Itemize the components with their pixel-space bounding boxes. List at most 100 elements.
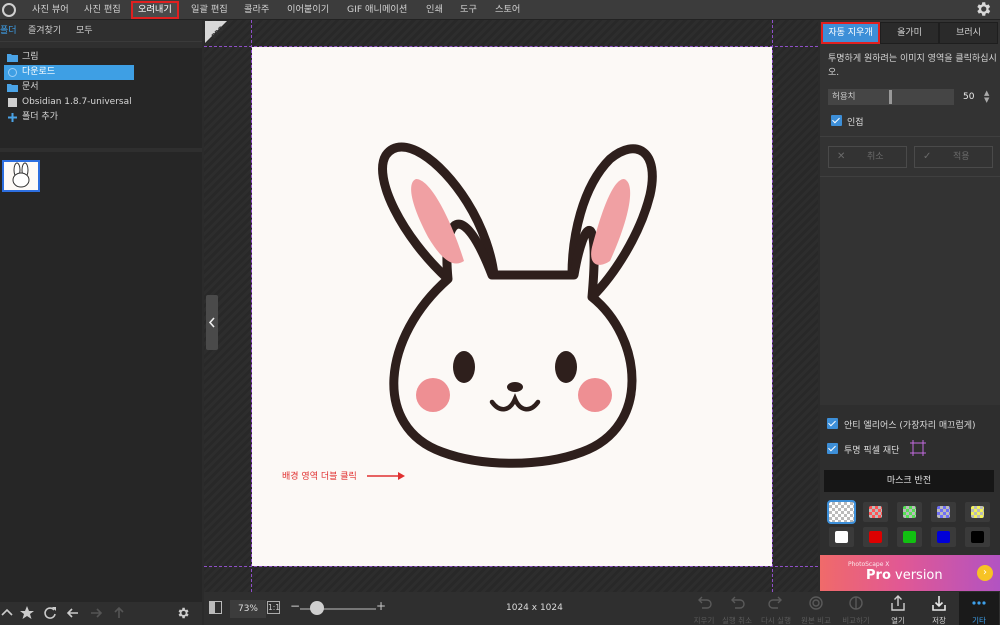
refresh-icon[interactable] [43,606,57,620]
pro-version-banner[interactable]: PhotoScape X Pro version › [820,555,1000,591]
save-button[interactable]: 저장 [919,592,959,625]
swatch-checker-red[interactable] [863,502,888,522]
menu-combine[interactable]: 이어붙이기 [287,0,329,20]
compare-button[interactable]: 비교하기 [836,592,876,625]
redo-button[interactable]: 다시 실행 [756,592,796,625]
adjacent-checkbox[interactable] [831,115,842,126]
open-label: 열기 [891,616,905,625]
tolerance-value[interactable]: 50 [963,89,974,105]
close-icon: ✕ [837,151,846,162]
zoom-slider-thumb[interactable] [310,601,324,615]
invert-mask-button[interactable]: 마스크 반전 [824,470,994,492]
menu-batch[interactable]: 일괄 편집 [191,0,228,20]
zoom-in-button[interactable]: + [376,599,386,613]
back-arrow-icon[interactable] [66,606,80,620]
antialias-checkbox[interactable] [827,418,838,429]
swatch-fill [869,531,882,543]
check-icon: ✓ [923,151,932,162]
tolerance-handle[interactable] [889,90,892,104]
cancel-button[interactable]: ✕ 취소 [828,146,907,168]
menu-print[interactable]: 인쇄 [426,0,443,20]
antialias-label: 안티 엘리어스 (가장자리 매끄럽게) [844,421,976,431]
tree-item-label: 폴더 추가 [22,112,58,122]
gear-icon[interactable] [974,0,992,18]
chevron-left-icon [208,317,215,328]
menu-gif-animation[interactable]: GIF 애니메이션 [347,0,407,20]
rabbit-illustration [378,142,657,468]
zoom-out-button[interactable]: − [290,599,300,613]
swatch-fill [971,531,984,543]
more-dots-icon [972,601,986,605]
swatch-fill [937,506,950,518]
chevron-right-icon[interactable]: › [977,565,993,581]
left-panel: 폴더 즐겨찾기 모두 그림 다운로드 문서 Obsidian 1.8.7-uni… [0,20,202,625]
panel-toggle-icon[interactable] [209,601,222,614]
zoom-input[interactable]: 73% [230,600,266,618]
rabbit-thumbnail-icon [12,162,30,188]
instruction-text: 투명하게 원하려는 이미지 영역을 클릭하십시오. [828,54,997,78]
pro-badge: PRO [205,21,227,43]
compare-label: 비교하기 [842,616,870,625]
menu-cut-out[interactable]: 오려내기 [131,1,179,19]
thumbnail-area [0,152,202,602]
download-icon [8,68,17,77]
menu-photo-editor[interactable]: 사진 편집 [84,0,121,20]
compare-alt-icon [849,596,863,610]
swatch-checker-gray[interactable] [827,500,856,524]
tree-item-obsidian[interactable]: Obsidian 1.8.7-universal [0,95,202,110]
swatch-fill [937,531,950,543]
apply-button[interactable]: ✓ 적용 [914,146,993,168]
annotation-label: 배경 영역 더블 클릭 [282,472,357,482]
swatch-checker-yellow[interactable] [965,502,990,522]
plus-icon [8,113,17,122]
collapse-panel-handle[interactable] [206,295,218,350]
annotation-arrow-icon [367,472,405,480]
tolerance-slider[interactable]: 허용치 50 ▲ ▼ [828,89,996,105]
menu-tools[interactable]: 도구 [460,0,477,20]
swatch-blue[interactable] [931,527,956,547]
swatch-fill [903,506,916,518]
chevron-up-icon[interactable] [0,606,14,620]
app-logo-icon[interactable] [2,3,16,17]
swatch-green[interactable] [897,527,922,547]
menu-photo-viewer[interactable]: 사진 뷰어 [32,0,69,20]
swatch-checker-blue[interactable] [931,502,956,522]
tree-item-documents[interactable]: 문서 [0,80,202,95]
tab-all[interactable]: 모두 [76,20,93,42]
redo-icon [768,596,782,609]
action-bar: 지우기 실행 취소 다시 실행 원본 비교 비교하기 열기 저장 기타 [694,592,1000,625]
tolerance-stepper-icon[interactable]: ▲ ▼ [984,90,989,104]
tree-item-label: 문서 [22,82,39,92]
swatch-red[interactable] [863,527,888,547]
tab-folders[interactable]: 폴더 [0,20,17,42]
promo-title-version: version [890,568,943,583]
actual-size-button[interactable]: 1:1 [267,601,280,614]
add-folder-button[interactable]: 폴더 추가 [0,110,202,125]
tree-item-pictures[interactable]: 그림 [0,50,202,65]
more-button[interactable]: 기타 [959,592,999,625]
tab-favorites[interactable]: 즐겨찾기 [28,20,61,42]
swatch-checker-green[interactable] [897,502,922,522]
crop-transparent-checkbox[interactable] [827,443,838,454]
tab-brush[interactable]: 브러시 [939,22,998,44]
tab-auto-eraser[interactable]: 자동 지우개 [821,22,880,44]
left-tabs: 폴더 즐겨찾기 모두 [0,20,202,42]
menu-store[interactable]: 스토어 [495,0,520,20]
swatch-white[interactable] [829,527,854,547]
star-icon[interactable] [20,606,34,620]
image-thumbnail[interactable] [2,160,40,192]
edit-image[interactable] [252,47,772,566]
right-panel: 자동 지우개 올가미 브러시 투명하게 원하려는 이미지 영역을 클릭하십시오.… [820,20,1000,555]
swatch-black[interactable] [965,527,990,547]
compare-original-button[interactable]: 원본 비교 [796,592,836,625]
tab-lasso[interactable]: 올가미 [880,22,939,44]
gear-icon[interactable] [176,606,190,620]
promo-app-name: PhotoScape X [848,561,890,568]
up-arrow-icon[interactable] [112,606,126,620]
tree-item-downloads[interactable]: 다운로드 [0,65,202,80]
undo-button[interactable]: 실행 취소 [717,592,757,625]
menu-collage[interactable]: 콜라주 [244,0,269,20]
forward-arrow-icon[interactable] [89,606,103,620]
options-area: 안티 엘리어스 (가장자리 매끄럽게) 투명 픽셀 재단 마스크 반전 [820,405,1000,555]
open-button[interactable]: 열기 [878,592,918,625]
